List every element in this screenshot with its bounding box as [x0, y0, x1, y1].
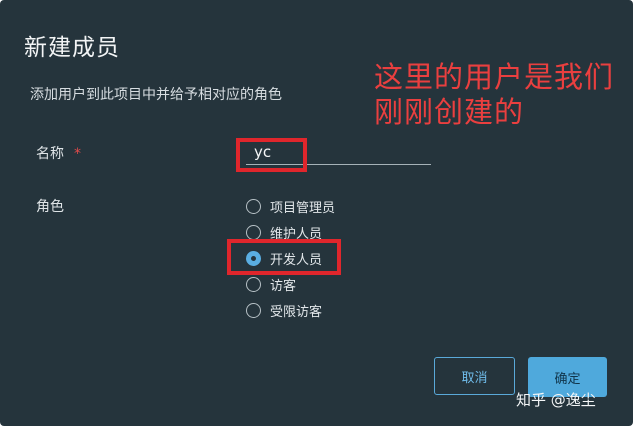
role-label: 角色	[36, 199, 64, 215]
role-option-label: 受限访客	[270, 304, 323, 320]
name-label-text: 名称	[36, 146, 64, 162]
role-option-project-admin[interactable]: 项目管理员	[246, 193, 335, 219]
required-mark: *	[74, 146, 81, 162]
radio-button[interactable]	[246, 276, 261, 292]
developer-highlight-box	[227, 239, 341, 275]
name-highlight-box	[236, 138, 307, 172]
cancel-button[interactable]: 取消	[434, 357, 515, 395]
new-member-dialog: 新建成员 添加用户到此项目中并给予相对应的角色 这里的用户是我们刚刚创建的 名称…	[0, 0, 633, 426]
watermark: 知乎 @逸尘	[516, 391, 596, 409]
dialog-description: 添加用户到此项目中并给予相对应的角色	[30, 87, 282, 103]
role-option-label: 项目管理员	[270, 200, 336, 216]
radio-button[interactable]	[246, 302, 261, 318]
role-option-limited-guest[interactable]: 受限访客	[246, 297, 335, 323]
name-label: 名称 *	[36, 143, 81, 163]
red-annotation-text: 这里的用户是我们刚刚创建的	[374, 60, 615, 129]
dialog-title: 新建成员	[24, 35, 120, 61]
radio-button[interactable]	[246, 224, 261, 240]
radio-button[interactable]	[246, 198, 261, 214]
role-option-label: 访客	[270, 278, 297, 294]
